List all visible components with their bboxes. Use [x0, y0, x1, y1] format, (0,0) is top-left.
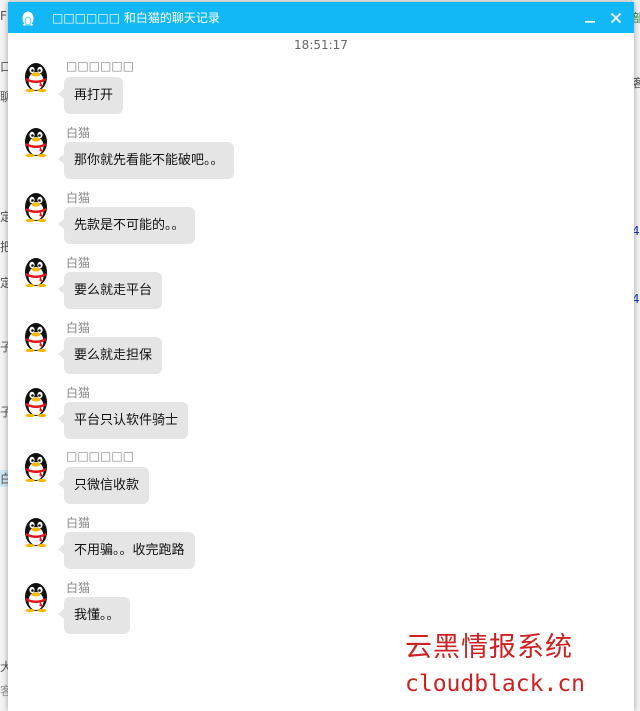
chat-message: 白猫 要么就走担保 [22, 319, 582, 384]
message-sender: 白猫 [66, 581, 91, 595]
message-sender: □□□□□□ [66, 449, 135, 463]
message-sender: 白猫 [66, 256, 91, 270]
penguin-logo-icon [18, 8, 38, 28]
message-bubble[interactable]: 再打开 [57, 77, 124, 114]
message-timestamp: 18:51:17 [294, 38, 348, 52]
penguin-avatar-icon[interactable] [22, 385, 50, 418]
message-bubble[interactable]: 我懂。。 [58, 597, 130, 634]
chat-message: □□□□□□ 再打开 [22, 59, 582, 124]
penguin-avatar-icon[interactable] [22, 60, 50, 93]
message-sender: 白猫 [66, 386, 91, 400]
penguin-avatar-icon[interactable] [22, 580, 50, 613]
window-title: □□□□□□ 和白猫的聊天记录 [52, 11, 220, 25]
penguin-avatar-icon[interactable] [22, 255, 50, 288]
message-bubble[interactable]: 要么就走担保 [57, 337, 163, 374]
message-sender: 白猫 [66, 126, 91, 140]
message-sender: 白猫 [66, 321, 91, 335]
watermark-url: cloudblack.cn [405, 671, 586, 697]
minimize-icon [585, 21, 595, 23]
message-bubble[interactable]: 那你就先看能不能破吧。。 [58, 142, 234, 179]
chat-message: 白猫 要么就走平台 [22, 254, 582, 319]
message-bubble[interactable]: 平台只认软件骑士 [57, 402, 189, 439]
chat-message: 白猫 先款是不可能的。。 [22, 189, 582, 254]
chat-message-area[interactable]: 18:51:17 □□□□□□ 再打开 白猫 那你就先看能不能破吧。。 白猫 先… [8, 33, 634, 711]
penguin-avatar-icon[interactable] [22, 190, 50, 223]
penguin-avatar-icon[interactable] [22, 125, 50, 158]
chat-message: 白猫 平台只认软件骑士 [22, 384, 582, 449]
watermark-chinese: 云黑情报系统 [405, 632, 573, 663]
message-bubble[interactable]: 不用骗。。收完跑路 [58, 532, 195, 569]
message-sender: 白猫 [66, 516, 91, 530]
message-bubble[interactable]: 只微信收款 [57, 467, 150, 504]
chat-message: □□□□□□ 只微信收款 [22, 449, 582, 514]
penguin-avatar-icon[interactable] [22, 515, 50, 548]
bg-fragment: F [0, 9, 7, 23]
penguin-avatar-icon[interactable] [22, 320, 50, 353]
message-sender: 白猫 [66, 191, 91, 205]
message-bubble[interactable]: 要么就走平台 [57, 272, 163, 309]
penguin-avatar-icon[interactable] [22, 450, 50, 483]
minimize-button[interactable] [580, 8, 600, 28]
chat-message: 白猫 不用骗。。收完跑路 [22, 514, 582, 579]
message-sender: □□□□□□ [66, 59, 135, 73]
close-icon [610, 12, 622, 24]
window-titlebar[interactable]: □□□□□□ 和白猫的聊天记录 [8, 2, 634, 33]
chat-message: 白猫 那你就先看能不能破吧。。 [22, 124, 582, 189]
message-bubble[interactable]: 先款是不可能的。。 [58, 207, 195, 244]
chat-history-window: □□□□□□ 和白猫的聊天记录 18:51:17 □□□□□□ 再打开 白猫 那… [8, 2, 634, 711]
close-button[interactable] [606, 8, 626, 28]
